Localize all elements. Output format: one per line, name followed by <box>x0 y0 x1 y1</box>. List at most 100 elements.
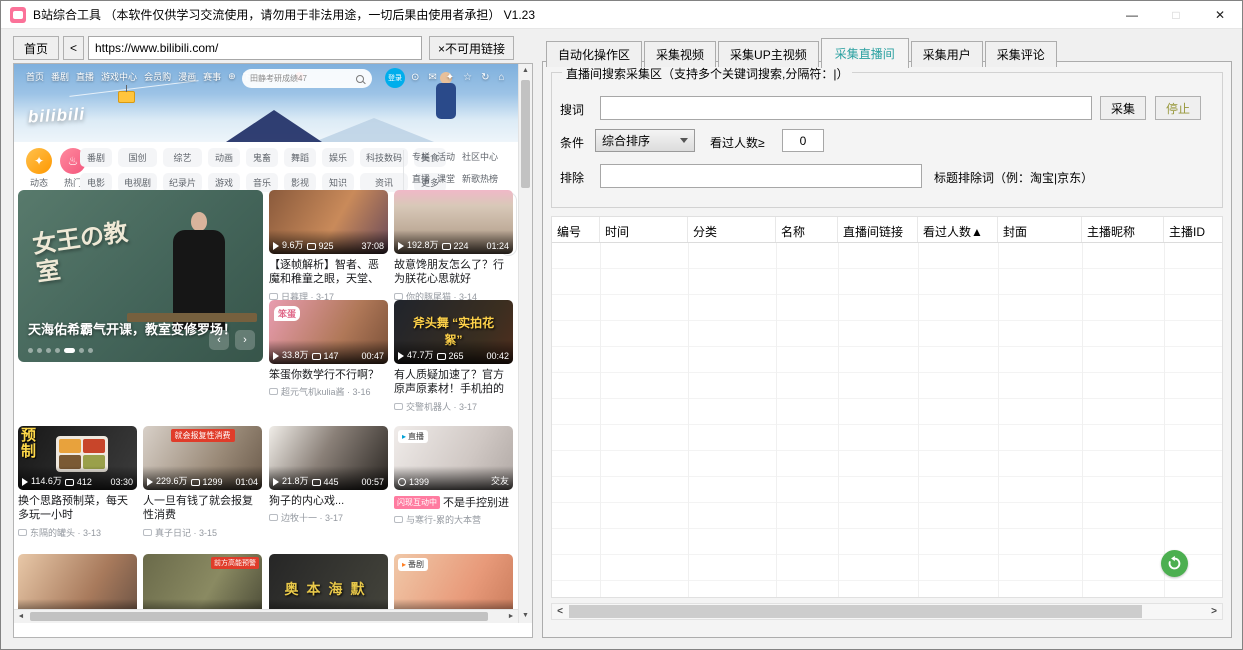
uploader-icon <box>269 293 278 300</box>
tab-automation[interactable]: 自动化操作区 <box>546 41 642 67</box>
login-avatar[interactable]: 登录 <box>385 68 405 88</box>
category-bangumi[interactable]: 番剧 <box>80 148 112 167</box>
dynamic-icon[interactable]: ✦ <box>446 72 454 83</box>
category-variety[interactable]: 综艺 <box>163 148 202 167</box>
nav-home[interactable]: 首页 <box>26 70 44 83</box>
video-card[interactable]: 预制 114.6万 412 03:30 换个思路预制菜，每天多玩一小时 东隔的罐… <box>18 426 137 539</box>
video-title[interactable]: 【逐帧解析】智者、恶魔和稚童之眼，天堂、地狱与人间 [鬼妈妈... <box>269 258 388 287</box>
search-icon[interactable] <box>356 75 364 83</box>
scroll-right-icon[interactable]: > <box>1206 604 1222 619</box>
link-activity[interactable]: 活动 <box>437 150 455 163</box>
collect-button[interactable]: 采集 <box>1100 96 1146 120</box>
nav-live[interactable]: 直播 <box>76 70 94 83</box>
video-card[interactable]: 斧头舞 “实拍花絮” 47.7万 265 00:42 有人质疑加速了？官方原声原… <box>394 300 513 413</box>
col-number[interactable]: 编号 <box>552 217 600 242</box>
exclude-input[interactable] <box>600 164 922 188</box>
nav-esports[interactable]: 赛事 <box>203 70 221 83</box>
message-icon[interactable]: ✉ <box>428 72 436 83</box>
video-card[interactable]: 9.6万 925 37:08 【逐帧解析】智者、恶魔和稚童之眼，天堂、地狱与人间… <box>269 190 388 303</box>
tab-collect-user[interactable]: 采集用户 <box>911 41 983 67</box>
min-viewers-input[interactable] <box>782 129 824 152</box>
scroll-left-icon[interactable]: ◄ <box>14 610 28 623</box>
category-anime[interactable]: 动画 <box>208 148 240 167</box>
link-music-chart[interactable]: 新歌热榜 <box>462 172 498 185</box>
video-title[interactable]: 人一旦有钱了就会报复性消费 <box>143 494 262 523</box>
back-button[interactable]: < <box>63 36 84 60</box>
carousel-dots[interactable] <box>28 348 93 353</box>
featured-carousel[interactable]: 女王の教室 天海佑希霸气开课，教室变修罗场！ ‹ › <box>18 190 263 362</box>
col-streamer-name[interactable]: 主播昵称 <box>1082 217 1164 242</box>
carousel-next-button[interactable]: › <box>235 330 255 350</box>
video-card[interactable]: 笨蛋 33.8万 147 00:47 笨蛋你数学行不行啊？ 超元气机kulia酱… <box>269 300 388 398</box>
creation-icon[interactable]: ⌂ <box>499 72 505 83</box>
stop-button[interactable]: 停止 <box>1155 96 1201 120</box>
dynamic-icon[interactable]: ✦ <box>26 148 52 174</box>
nav-manga[interactable]: 漫画 <box>178 70 196 83</box>
video-title[interactable]: 笨蛋你数学行不行啊？ <box>269 368 388 382</box>
category-tech[interactable]: 科技数码 <box>360 148 408 167</box>
close-button[interactable]: ✕ <box>1198 1 1242 28</box>
member-icon[interactable]: ⊙ <box>411 72 419 83</box>
col-room-link[interactable]: 直播间链接 <box>838 217 918 242</box>
history-icon[interactable]: ↻ <box>481 72 489 83</box>
link-column[interactable]: 专栏 <box>412 150 430 163</box>
col-streamer-id[interactable]: 主播ID <box>1164 217 1222 242</box>
video-card[interactable]: 192.8万 224 01:24 故意馋朋友怎么了？行为朕花心思就好 你的豚尾猫… <box>394 190 513 303</box>
table-body-empty <box>552 243 1222 597</box>
video-card[interactable]: 21.8万 445 00:57 狗子的内心戏... 边牧十一 · 3-17 <box>269 426 388 524</box>
browser-vertical-scrollbar[interactable]: ▲ ▼ <box>518 64 532 623</box>
horizontal-scroll-thumb[interactable] <box>569 605 1142 618</box>
col-name[interactable]: 名称 <box>776 217 838 242</box>
browser-horizontal-scrollbar[interactable]: ◄ ► <box>14 609 518 623</box>
home-button[interactable]: 首页 <box>13 36 59 60</box>
tab-collect-live[interactable]: 采集直播间 <box>821 38 909 68</box>
live-card[interactable]: ▸ 直播 1399 交友 闪现互动中 不是手控别进 与寒行-累的大本营 <box>394 426 513 526</box>
danmaku-icon <box>65 479 74 486</box>
tab-collect-video[interactable]: 采集视频 <box>644 41 716 67</box>
invalid-link-button[interactable]: ×不可用链接 <box>429 36 514 60</box>
nav-bangumi[interactable]: 番剧 <box>51 70 69 83</box>
url-input[interactable] <box>88 36 422 60</box>
live-title[interactable]: 闪现互动中 不是手控别进 <box>394 494 513 510</box>
favorites-icon[interactable]: ☆ <box>463 72 472 83</box>
video-title[interactable]: 换个思路预制菜，每天多玩一小时 <box>18 494 137 523</box>
video-title[interactable]: 狗子的内心戏... <box>269 494 388 508</box>
category-entertainment[interactable]: 娱乐 <box>322 148 354 167</box>
maximize-button[interactable]: □ <box>1154 1 1198 28</box>
refresh-button[interactable] <box>1161 550 1188 577</box>
video-card[interactable]: 就会报复性消费 229.6万 1299 01:04 人一旦有钱了就会报复性消费 … <box>143 426 262 539</box>
col-time[interactable]: 时间 <box>600 217 688 242</box>
tab-collect-up-video[interactable]: 采集UP主视频 <box>718 41 819 67</box>
vertical-scroll-thumb[interactable] <box>521 80 530 188</box>
col-viewers-sort[interactable]: 看过人数▲ <box>918 217 998 242</box>
table-horizontal-scrollbar[interactable]: < > <box>551 603 1223 620</box>
category-guichu[interactable]: 鬼畜 <box>246 148 278 167</box>
minimize-button[interactable]: — <box>1110 1 1154 28</box>
scroll-right-icon[interactable]: ► <box>504 610 518 623</box>
nav-member-shop[interactable]: 会员购 <box>144 70 171 83</box>
scroll-left-icon[interactable]: < <box>552 604 568 619</box>
keyword-input[interactable] <box>600 96 1092 120</box>
col-category[interactable]: 分类 <box>688 217 776 242</box>
link-live[interactable]: 直播 <box>412 172 430 185</box>
sort-dropdown[interactable]: 综合排序 <box>595 129 695 152</box>
category-dance[interactable]: 舞蹈 <box>284 148 316 167</box>
scroll-down-icon[interactable]: ▼ <box>519 609 532 623</box>
horizontal-scroll-thumb[interactable] <box>30 612 488 621</box>
link-community[interactable]: 社区中心 <box>462 150 498 163</box>
video-title[interactable]: 故意馋朋友怎么了？行为朕花心思就好 <box>394 258 513 287</box>
bilibili-search-box[interactable]: 田静考研成绩47 <box>242 69 372 88</box>
app-window: B站综合工具 （本软件仅供学习交流使用，请勿用于非法用途，一切后果由使用者承担）… <box>0 0 1243 650</box>
scroll-up-icon[interactable]: ▲ <box>519 64 532 78</box>
nav-game-center[interactable]: 游戏中心 <box>101 70 137 83</box>
tab-collect-comment[interactable]: 采集评论 <box>985 41 1057 67</box>
danmaku-icon <box>307 243 316 250</box>
col-cover[interactable]: 封面 <box>998 217 1082 242</box>
category-guochuang[interactable]: 国创 <box>118 148 157 167</box>
carousel-prev-button[interactable]: ‹ <box>209 330 229 350</box>
banner-mountain <box>314 118 434 142</box>
min-viewers-label: 看过人数≥ <box>710 134 765 151</box>
link-classroom[interactable]: 课堂 <box>437 172 455 185</box>
video-title[interactable]: 有人质疑加速了？官方原声原素材！手机拍的一镜到底! 还有... <box>394 368 513 397</box>
banner-mountain <box>226 110 322 142</box>
